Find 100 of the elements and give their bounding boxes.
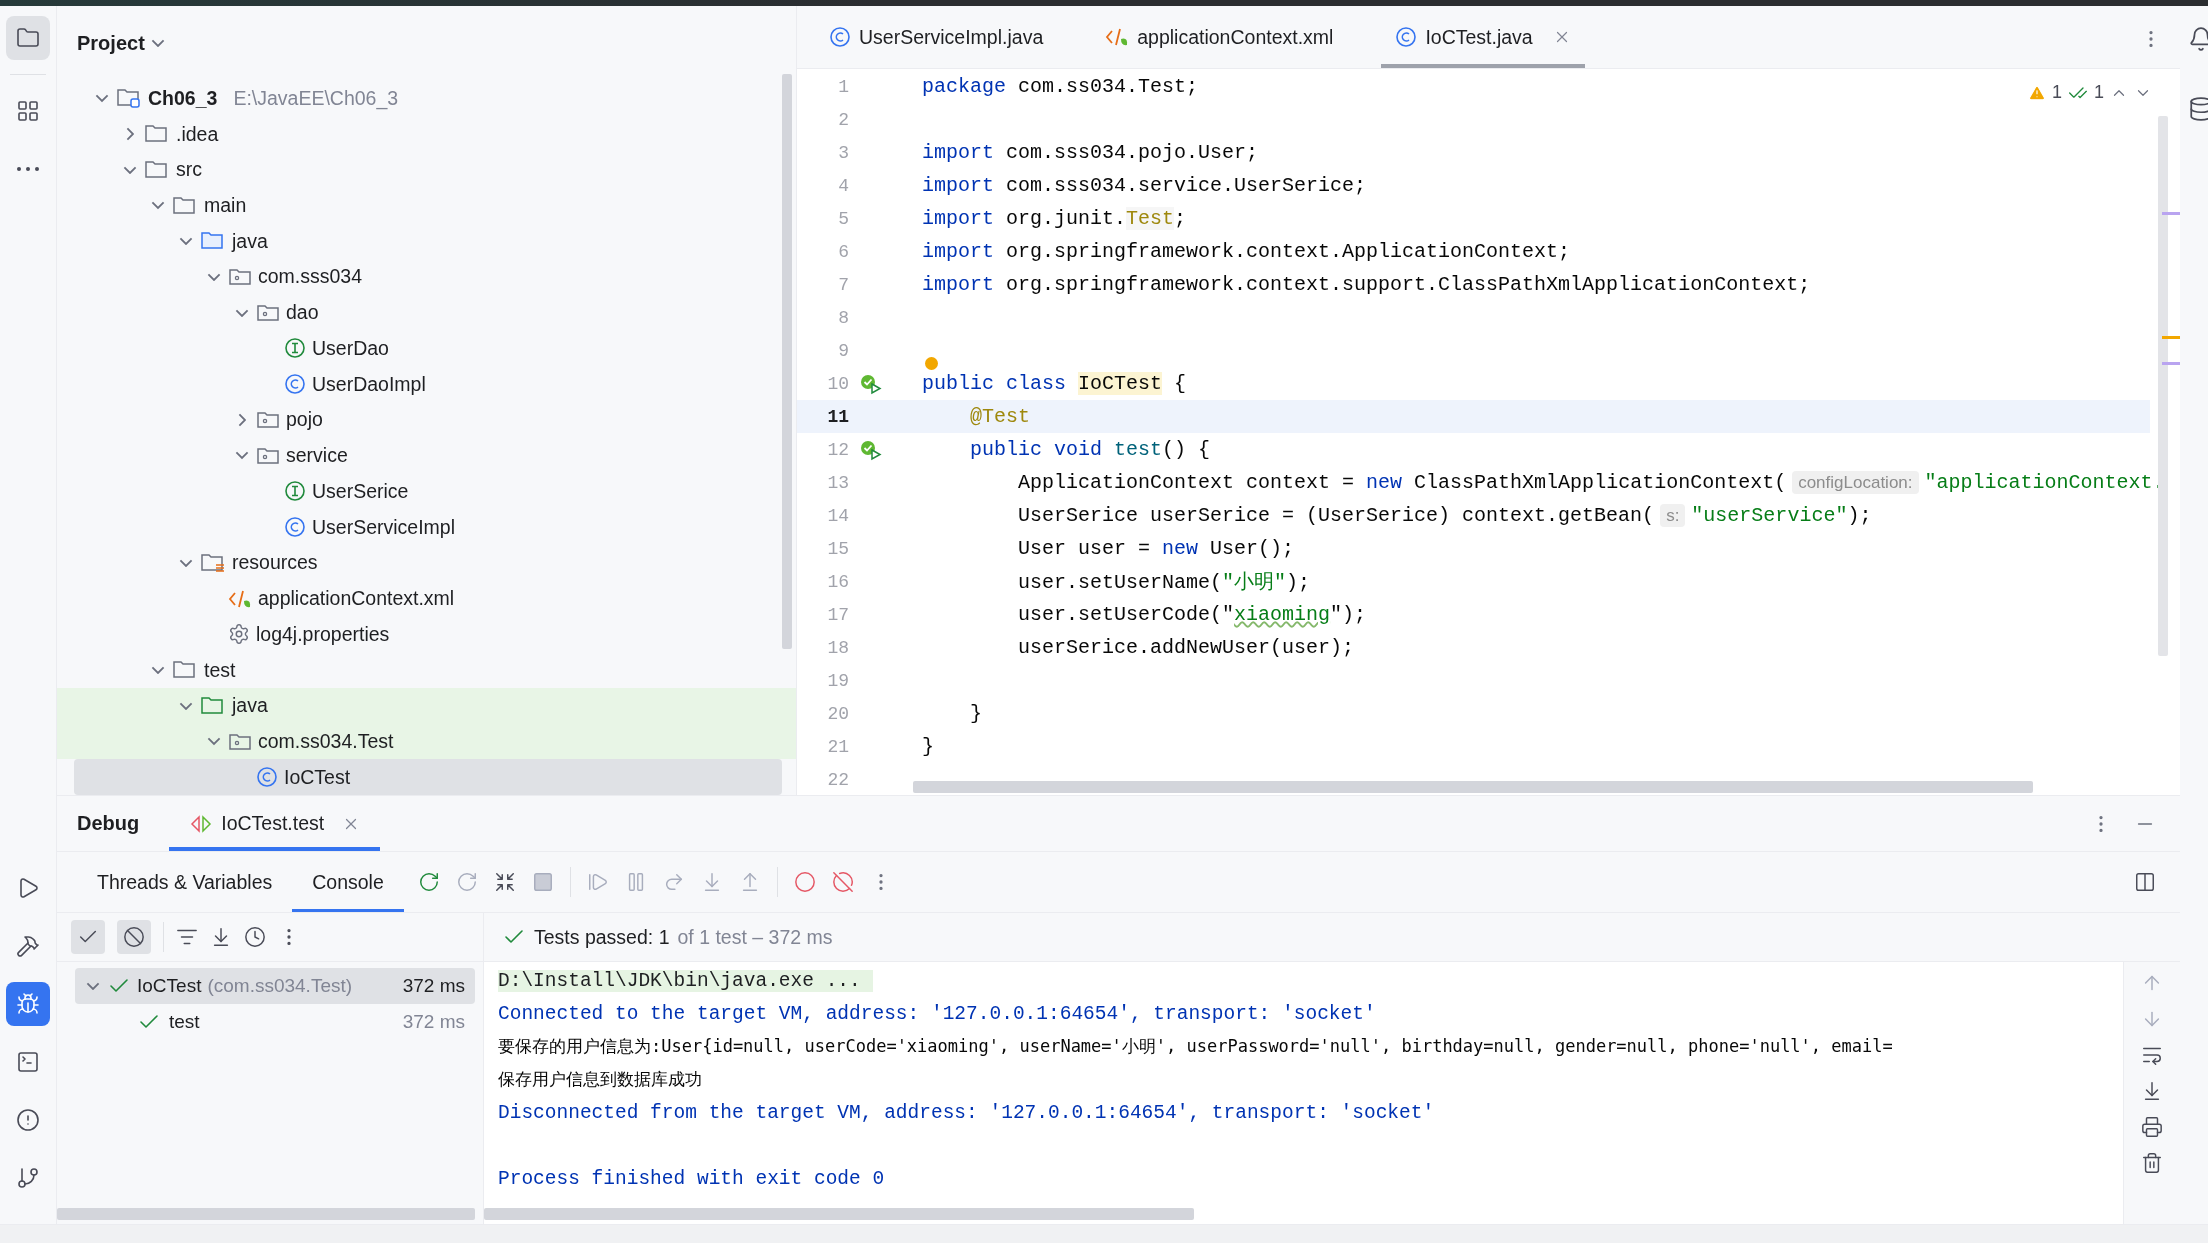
code-line: User user = new User(); <box>1017 537 1295 560</box>
code-line: user.setUserCode("xiaoming"); <box>1017 603 1367 626</box>
line-number: 16 <box>826 571 849 592</box>
scrollbar[interactable] <box>782 74 792 649</box>
layout-icon[interactable] <box>2134 871 2156 893</box>
scrollbar[interactable] <box>484 1208 1194 1220</box>
scrollbar[interactable] <box>913 781 2033 793</box>
tree-item[interactable]: .idea <box>57 116 796 152</box>
database-icon[interactable] <box>2188 96 2208 122</box>
breakpoints-icon[interactable] <box>793 871 816 893</box>
tree-item[interactable]: com.ss034.Test <box>57 723 796 760</box>
print-icon[interactable] <box>2141 1116 2163 1138</box>
folder-icon <box>200 694 226 717</box>
show-ignored-toggle[interactable] <box>117 920 151 954</box>
code-line: @Test <box>969 405 1031 428</box>
chevron-down-icon[interactable] <box>150 39 165 48</box>
tree-item[interactable]: UserServiceImpl <box>57 509 796 545</box>
tree-item[interactable]: UserSerice <box>57 473 796 510</box>
ban-icon <box>123 926 145 948</box>
test-tree-item[interactable]: IoCTest (com.ss034.Test) 372 ms <box>75 968 475 1004</box>
project-tool-button[interactable] <box>6 16 50 60</box>
chevron-down-icon[interactable] <box>95 94 109 103</box>
chevron-down-icon[interactable] <box>235 308 249 317</box>
panel-title[interactable]: Project <box>77 31 145 55</box>
class-icon <box>284 373 306 396</box>
editor-tab[interactable]: IoCTest.java <box>1381 6 1585 68</box>
code-line: package com.ss034.Test; <box>922 75 1199 98</box>
trash-icon[interactable] <box>2141 1152 2163 1174</box>
chevron-down-icon[interactable] <box>86 981 100 991</box>
line-number: 14 <box>826 505 849 526</box>
tree-item[interactable]: UserDaoImpl <box>57 366 796 403</box>
debugger-tab[interactable]: Threads & Variables <box>77 852 293 912</box>
chevron-right-icon[interactable] <box>237 412 247 427</box>
chevron-down-icon[interactable] <box>179 558 193 568</box>
code-line: import com.sss034.pojo.User; <box>922 141 1259 164</box>
passed-count[interactable]: 1 <box>2094 82 2104 103</box>
scrollbar[interactable] <box>2158 116 2168 656</box>
tree-item[interactable]: test <box>57 652 796 688</box>
editor-tab[interactable]: applicationContext.xml <box>1091 6 1348 68</box>
line-number: 6 <box>837 241 849 262</box>
chevron-down-icon[interactable] <box>151 201 165 210</box>
tests-summary-label: of 1 test – 372 ms <box>677 925 833 949</box>
code-line: userSerice.addNewUser(user); <box>1017 636 1355 659</box>
line-number: 4 <box>837 175 849 196</box>
chevron-down-icon[interactable] <box>151 665 165 675</box>
mute-breakpoints-icon[interactable] <box>831 871 854 893</box>
tree-item[interactable]: IoCTest <box>74 759 782 796</box>
editor-tab[interactable]: UserServiceImpl.java <box>815 6 1058 68</box>
tree-item[interactable]: java <box>57 223 796 260</box>
line-number: 18 <box>826 637 849 658</box>
code-line: public class IoCTest { <box>922 372 1187 395</box>
code-line: import org.springframework.context.ApplicationContext; <box>922 240 1571 263</box>
tree-item[interactable]: resources <box>57 545 796 581</box>
tree-item[interactable]: log4j.properties <box>57 616 796 653</box>
chevron-right-icon[interactable] <box>125 127 135 142</box>
folder-icon <box>172 194 198 217</box>
chevron-down-icon[interactable] <box>179 237 193 246</box>
tree-item[interactable]: service <box>57 437 796 474</box>
xml-file-icon <box>1105 26 1130 48</box>
chevron-down-icon[interactable] <box>207 737 221 746</box>
notifications-icon[interactable] <box>2188 26 2208 52</box>
line-number: 9 <box>837 340 849 361</box>
code-line: user.setUserName("小明"); <box>1017 570 1311 595</box>
rerun-icon[interactable] <box>417 871 440 893</box>
warning-count[interactable]: 1 <box>2051 82 2062 103</box>
debug-session-tab[interactable]: IoCTest.test <box>169 796 381 851</box>
tree-item[interactable]: java <box>57 687 796 724</box>
run-test-icon[interactable] <box>859 438 883 461</box>
line-number: 7 <box>837 274 849 295</box>
structure-icon <box>16 99 40 123</box>
scrollbar[interactable] <box>57 1208 475 1220</box>
code-line: UserSerice userSerice = (UserSerice) context.getBean( s: "userService"); <box>1017 504 1872 527</box>
line-number: 20 <box>826 703 849 724</box>
line-number: 13 <box>826 472 849 493</box>
tree-item[interactable]: applicationContext.xml <box>57 580 796 617</box>
tree-item[interactable]: dao <box>57 294 796 331</box>
test-tree-item[interactable]: test 372 ms <box>75 1004 475 1040</box>
chevron-down-icon[interactable] <box>207 272 221 282</box>
tree-item[interactable]: Ch06_3 E:\JavaEE\Ch06_3 <box>57 80 796 117</box>
tree-item[interactable]: UserDao <box>57 330 796 367</box>
interface-icon <box>284 480 306 503</box>
chevron-down-icon[interactable] <box>235 451 249 460</box>
history-icon[interactable] <box>244 926 266 948</box>
tree-item[interactable]: pojo <box>57 402 796 438</box>
interface-icon <box>284 337 306 360</box>
tree-item[interactable]: src <box>57 151 796 188</box>
chevron-down-icon[interactable] <box>123 165 137 174</box>
line-number: 11 <box>826 406 849 427</box>
line-number: 1 <box>837 76 849 97</box>
debugger-tab[interactable]: Console <box>292 852 404 912</box>
chevron-down-icon[interactable] <box>179 701 193 710</box>
run-test-icon[interactable] <box>859 372 883 395</box>
tree-item[interactable]: com.sss034 <box>57 259 796 295</box>
tree-item[interactable]: main <box>57 187 796 224</box>
debug-tool-button[interactable] <box>6 982 50 1026</box>
folder-icon <box>144 158 170 181</box>
show-passed-toggle[interactable] <box>71 920 105 954</box>
code-line: import com.sss034.service.UserSerice; <box>922 174 1367 197</box>
console-line: Connected to the target VM, address: '127.0.0.1:64654', transport: 'socket' <box>498 1002 1376 1025</box>
console-line: Disconnected from the target VM, address: '127.0.0.1:64654', transport: 'socket' <box>498 1101 1435 1124</box>
